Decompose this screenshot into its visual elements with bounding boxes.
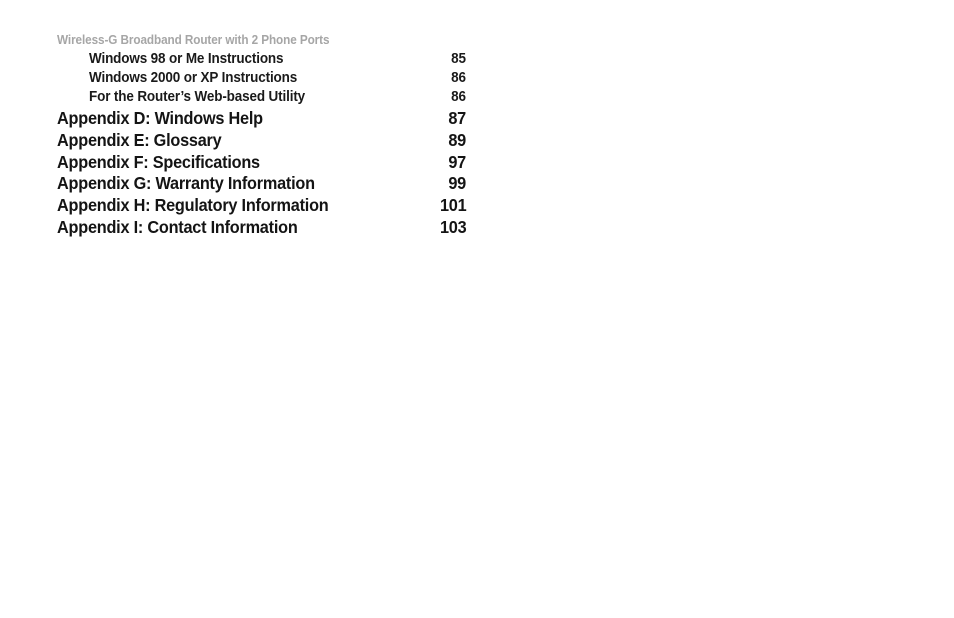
toc-entry-page-number: 99 (448, 173, 466, 194)
toc-entry-page-number: 86 (451, 89, 466, 105)
toc-entry[interactable]: Appendix F: Specifications 97 (57, 152, 466, 174)
toc-entry[interactable]: Appendix I: Contact Information 103 (57, 217, 466, 239)
toc-entry[interactable]: Appendix G: Warranty Information 99 (57, 173, 466, 195)
toc-entry-title: Appendix G: Warranty Information (57, 173, 315, 194)
running-header: Wireless-G Broadband Router with 2 Phone… (57, 33, 330, 47)
toc-entry-title: For the Router’s Web-based Utility (89, 89, 306, 105)
toc-entry-title: Appendix I: Contact Information (57, 216, 298, 237)
document-page: Wireless-G Broadband Router with 2 Phone… (0, 0, 954, 618)
toc-entry-page-number: 89 (448, 129, 466, 150)
toc-entry[interactable]: Windows 2000 or XP Instructions 86 (57, 70, 466, 89)
toc-entry-title: Appendix H: Regulatory Information (57, 195, 329, 216)
toc-entry-page-number: 86 (451, 70, 466, 86)
toc-entry-page-number: 101 (439, 195, 467, 216)
toc-entry[interactable]: For the Router’s Web-based Utility 86 (57, 89, 466, 108)
toc-entry-page-number: 97 (448, 151, 466, 172)
toc-entry[interactable]: Appendix E: Glossary 89 (57, 130, 466, 152)
toc-entry-title: Windows 2000 or XP Instructions (89, 70, 298, 86)
toc-entry-title: Appendix D: Windows Help (57, 108, 263, 128)
toc-entry[interactable]: Appendix H: Regulatory Information 101 (57, 195, 466, 217)
toc-entry-title: Appendix F: Specifications (57, 151, 260, 172)
toc-entry-page-number: 87 (448, 108, 466, 128)
toc-entry-title: Windows 98 or Me Instructions (89, 51, 284, 67)
toc-entry-title: Appendix E: Glossary (57, 129, 222, 150)
toc-entry[interactable]: Appendix D: Windows Help 87 (57, 108, 466, 130)
toc-entry-page-number: 85 (451, 51, 466, 67)
toc-entry-page-number: 103 (439, 216, 467, 237)
toc-entry[interactable]: Windows 98 or Me Instructions 85 (57, 51, 466, 70)
table-of-contents: Windows 98 or Me Instructions 85 Windows 2… (57, 51, 466, 239)
